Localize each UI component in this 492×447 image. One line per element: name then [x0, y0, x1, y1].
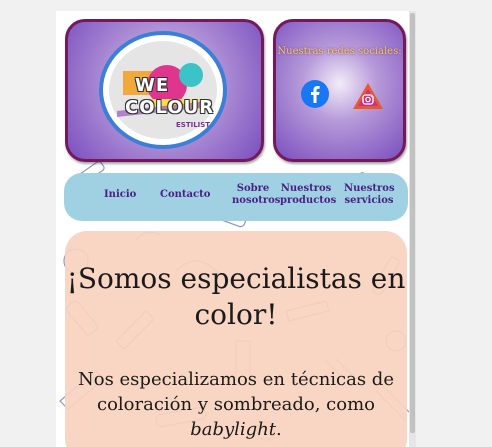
vertical-scrollbar[interactable] [409, 11, 416, 447]
main-content-panel: ¡Somos especialistas en color! Nos espec… [65, 231, 407, 447]
intro-paragraph-end: . [276, 419, 282, 440]
nav-productos-line2: productos [280, 195, 337, 206]
page-heading: ¡Somos especialistas en color! [66, 262, 406, 331]
scrollbar-thumb[interactable] [410, 13, 415, 433]
nav-inicio[interactable]: Inicio [104, 189, 136, 201]
social-panel: Nuestras redes sociales: [273, 19, 406, 162]
logo-badge[interactable]: WE COLOUR ESTILISTOS [99, 31, 227, 149]
logo-colour-text: COLOUR [125, 97, 215, 118]
intro-paragraph-emphasis: babylight [190, 419, 277, 440]
nav-contacto-label: Contacto [160, 189, 211, 200]
nav-sobre-line1: Sobre [236, 183, 270, 194]
main-navigation: Inicio Contacto Sobre nosotros Nuestros … [64, 173, 408, 221]
nav-servicios-line2: servicios [344, 195, 394, 206]
nav-productos-line1: Nuestros [280, 183, 332, 194]
social-title: Nuestras redes sociales: [277, 46, 402, 57]
facebook-icon[interactable] [300, 79, 330, 109]
nav-nuestros-productos[interactable]: Nuestros productos [280, 183, 336, 207]
nav-servicios-line1: Nuestros [344, 183, 395, 194]
nav-nuestros-servicios[interactable]: Nuestros servicios [344, 183, 395, 207]
intro-paragraph: Nos especializamos en técnicas de colora… [75, 367, 397, 442]
logo-tagline: ESTILISTOS [176, 121, 222, 129]
intro-paragraph-text: Nos especializamos en técnicas de colora… [77, 369, 394, 415]
logo-inner-circle: WE COLOUR ESTILISTOS [109, 41, 221, 139]
logo-we-text: WE [135, 75, 170, 96]
nav-inicio-label: Inicio [104, 189, 137, 200]
nav-contacto[interactable]: Contacto [160, 189, 210, 201]
nav-sobre-line2: nosotros [232, 195, 281, 206]
nav-sobre-nosotros[interactable]: Sobre nosotros [232, 183, 280, 207]
instagram-icon[interactable] [352, 82, 384, 110]
logo-panel: WE COLOUR ESTILISTOS [65, 19, 264, 162]
